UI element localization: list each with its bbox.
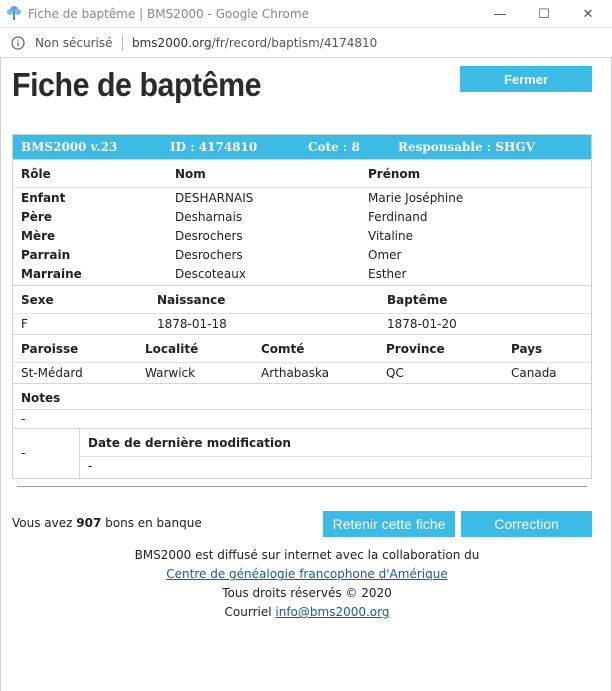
column-header-province: Province <box>386 342 445 356</box>
correction-button[interactable]: Correction <box>461 511 592 537</box>
window-title: Fiche de baptême | BMS2000 - Google Chro… <box>28 7 309 21</box>
header-divider <box>80 456 591 457</box>
bank-suffix: bons en banque <box>101 516 202 530</box>
role-label: Mère <box>21 229 56 243</box>
province-value: QC <box>386 366 404 380</box>
notes-section: Notes - <box>13 383 591 428</box>
column-header-localite: Localité <box>145 342 199 356</box>
prenom-value: Omer <box>368 248 402 262</box>
header-divider <box>13 409 591 410</box>
keep-record-button[interactable]: Retenir cette fiche <box>323 511 455 537</box>
bank-credits: Vous avez 907 bons en banque <box>12 516 202 530</box>
minimize-button[interactable]: — <box>478 0 522 28</box>
footer: BMS2000 est diffusé sur internet avec la… <box>1 546 612 622</box>
bank-prefix: Vous avez <box>12 516 77 530</box>
header-divider <box>13 187 591 188</box>
column-header-paroisse: Paroisse <box>21 342 79 356</box>
record-responsable: Responsable : SHGV <box>398 140 535 154</box>
footer-line-collaboration: BMS2000 est diffusé sur internet avec la… <box>134 548 480 562</box>
sexe-value: F <box>21 317 28 331</box>
prenom-value: Esther <box>368 267 407 281</box>
footer-contact: Courriel info@bms2000.org <box>1 603 612 622</box>
url-path: /fr/record/baptism/4174810 <box>211 36 378 50</box>
nom-value: Desrochers <box>175 229 243 243</box>
comte-value: Arthabaska <box>261 366 330 380</box>
nom-value: Descoteaux <box>175 267 246 281</box>
bapteme-value: 1878-01-20 <box>387 317 457 331</box>
security-status[interactable]: Non sécurisé <box>35 36 112 50</box>
role-label: Enfant <box>21 191 66 205</box>
url-field[interactable]: bms2000.org/fr/record/baptism/4174810 <box>132 36 377 50</box>
role-label: Parrain <box>21 248 71 262</box>
address-bar[interactable]: Non sécurisé bms2000.org/fr/record/bapti… <box>0 28 612 58</box>
email-prefix: Courriel <box>224 605 276 619</box>
page-title: Fiche de baptême <box>12 66 262 103</box>
url-host: bms2000.org <box>132 36 212 50</box>
record-header: BMS2000 v.23 ID : 4174810 Cote : 8 Respo… <box>13 135 591 159</box>
vital-section: Sexe Naissance Baptême F 1878-01-18 1878… <box>13 285 591 334</box>
column-divider <box>79 429 80 479</box>
prenom-value: Marie Joséphine <box>368 191 464 205</box>
modification-left-value: - <box>21 446 26 460</box>
prenom-value: Ferdinand <box>368 210 428 224</box>
close-window-button[interactable]: ✕ <box>566 0 610 28</box>
window-titlebar: Fiche de baptême | BMS2000 - Google Chro… <box>0 0 612 28</box>
address-separator <box>122 35 123 51</box>
header-divider <box>13 313 591 314</box>
notes-label: Notes <box>21 391 61 405</box>
column-header-prenom: Prénom <box>368 167 421 181</box>
pays-value: Canada <box>511 366 557 380</box>
column-header-naissance: Naissance <box>157 293 226 307</box>
prenom-value: Vitaline <box>368 229 413 243</box>
role-label: Marraine <box>21 267 82 281</box>
baptism-record: BMS2000 v.23 ID : 4174810 Cote : 8 Respo… <box>12 134 592 479</box>
paroisse-value: St-Médard <box>21 366 83 380</box>
cgfa-link[interactable]: Centre de généalogie francophone d'Améri… <box>166 567 447 581</box>
close-button[interactable]: Fermer <box>460 66 592 92</box>
footer-copyright: Tous droits réservés © 2020 <box>222 586 392 600</box>
naissance-value: 1878-01-18 <box>157 317 227 331</box>
column-header-comte: Comté <box>261 342 305 356</box>
record-cote: Cote : 8 <box>308 140 360 154</box>
bank-count: 907 <box>76 516 102 530</box>
modification-label: Date de dernière modification <box>88 436 291 450</box>
people-section: Rôle Nom Prénom Enfant DESHARNAIS Marie … <box>13 159 591 285</box>
nom-value: Desrochers <box>175 248 243 262</box>
modification-value: - <box>88 459 93 473</box>
record-version: BMS2000 v.23 <box>21 140 118 154</box>
section-divider <box>17 486 587 487</box>
record-id: ID : 4174810 <box>170 140 258 154</box>
location-section: Paroisse Localité Comté Province Pays St… <box>13 334 591 383</box>
info-icon[interactable] <box>11 36 25 50</box>
maximize-button[interactable]: ☐ <box>522 0 566 28</box>
localite-value: Warwick <box>145 366 196 380</box>
column-header-bapteme: Baptême <box>387 293 448 307</box>
page-content: Fiche de baptême Fermer BMS2000 v.23 ID … <box>0 58 612 691</box>
header-divider <box>13 362 591 363</box>
column-header-role: Rôle <box>21 167 51 181</box>
tree-app-icon <box>7 6 21 20</box>
nom-value: Desharnais <box>175 210 243 224</box>
notes-value: - <box>21 412 26 426</box>
column-header-nom: Nom <box>175 167 206 181</box>
email-link[interactable]: info@bms2000.org <box>275 605 389 619</box>
nom-value: DESHARNAIS <box>175 191 254 205</box>
modification-section: - Date de dernière modification - <box>13 428 591 479</box>
role-label: Père <box>21 210 52 224</box>
column-header-sexe: Sexe <box>21 293 54 307</box>
column-header-pays: Pays <box>511 342 543 356</box>
